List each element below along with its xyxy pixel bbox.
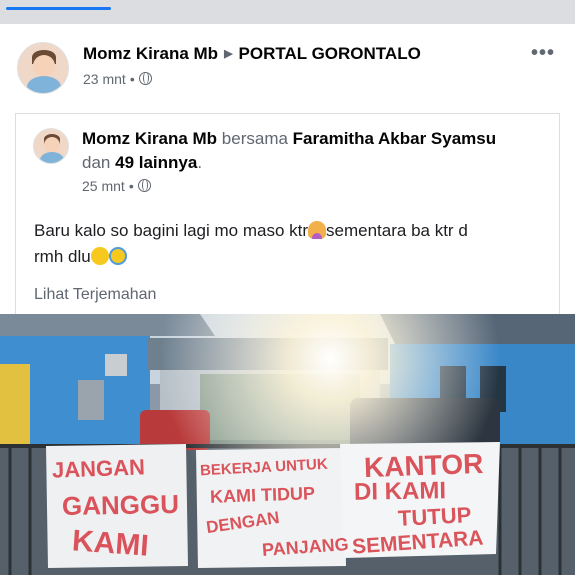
thinking-face-emoji-icon <box>90 247 109 265</box>
banner-left-line1: JANGAN <box>51 454 146 483</box>
post-body-text: Baru kalo so bagini lagi mo maso ktr seme… <box>34 218 554 270</box>
banner-left-line2: GANGGU <box>61 488 180 522</box>
banner-left-line3: KAMI <box>70 524 150 563</box>
shared-to-arrow-icon: ▶ <box>224 48 233 60</box>
sentence-period: . <box>197 153 203 172</box>
globe-icon <box>137 179 151 192</box>
globe-icon <box>138 72 152 85</box>
post-meta: 23 mnt • <box>83 71 152 87</box>
post-text-part1: Baru kalo so bagini lagi mo maso ktr <box>34 221 309 240</box>
see-translation-link[interactable]: Lihat Terjemahan <box>34 286 156 304</box>
meta-separator: • <box>129 71 135 87</box>
post-text-part2: sementara ba ktr d <box>326 221 468 240</box>
author-avatar[interactable] <box>17 42 69 94</box>
top-bar <box>0 0 575 24</box>
shared-author-avatar[interactable] <box>33 128 69 164</box>
post-photo[interactable]: JANGAN GANGGU KAMI BEKERJA UNTUK KAMI TI… <box>0 314 575 575</box>
post-author-line: Momz Kirana Mb ▶ PORTAL GORONTALO <box>83 44 421 64</box>
post-timestamp[interactable]: 23 mnt <box>83 71 126 87</box>
post-text-part3: rmh dlu <box>34 247 91 266</box>
banner-right-line2: DI KAMI <box>353 477 447 506</box>
shared-meta-separator: • <box>128 178 134 194</box>
author-name-link[interactable]: Momz Kirana Mb <box>83 44 218 63</box>
tagged-others-line: dan 49 lainnya. <box>82 153 202 173</box>
banner-middle-line2: KAMI TIDUP <box>209 483 316 507</box>
group-name-link[interactable]: PORTAL GORONTALO <box>239 44 421 63</box>
post-header: Momz Kirana Mb ▶ PORTAL GORONTALO 23 mnt • … <box>0 24 575 104</box>
active-tab-indicator <box>6 7 111 10</box>
woman-tipping-hand-emoji-icon <box>308 221 327 239</box>
shared-author-line: Momz Kirana Mb bersama Faramitha Akbar S… <box>82 129 496 149</box>
and-word: dan <box>82 153 111 172</box>
with-word: bersama <box>221 129 288 148</box>
banner-right-line3: TUTUP <box>397 502 472 531</box>
shared-timestamp[interactable]: 25 mnt <box>82 178 125 194</box>
tagged-others-link[interactable]: 49 lainnya <box>115 153 197 172</box>
more-options-icon[interactable]: ••• <box>531 43 555 63</box>
shared-post-card[interactable]: Momz Kirana Mb bersama Faramitha Akbar S… <box>15 113 560 323</box>
screaming-face-emoji-icon <box>108 247 127 265</box>
shared-author-name-link[interactable]: Momz Kirana Mb <box>82 129 217 148</box>
shared-post-meta: 25 mnt • <box>82 178 151 194</box>
tagged-person-link[interactable]: Faramitha Akbar Syamsu <box>293 129 496 148</box>
